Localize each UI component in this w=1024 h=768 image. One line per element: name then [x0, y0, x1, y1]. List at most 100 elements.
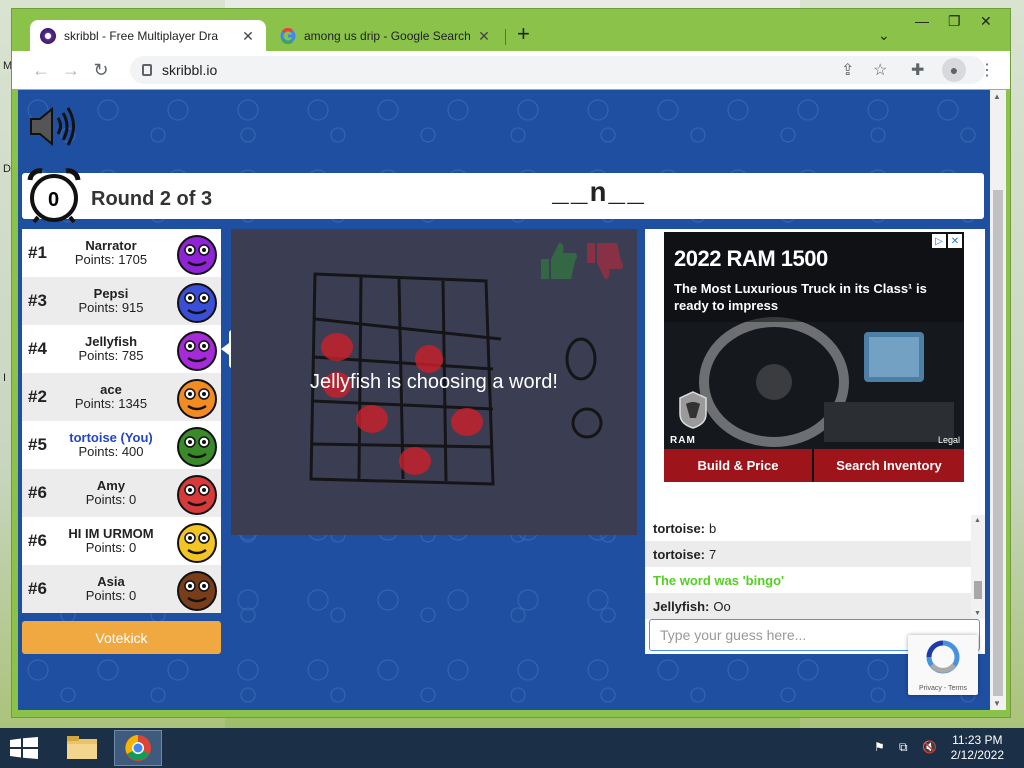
menu-kebab-icon[interactable]: ⋮: [979, 60, 995, 80]
player-rank: #1: [28, 243, 47, 262]
player-avatar-icon: [177, 235, 217, 275]
player-row[interactable]: #2 ace Points: 1345: [22, 373, 221, 421]
address-bar[interactable]: skribbl.io: [130, 56, 985, 84]
tab-google-search[interactable]: among us drip - Google Search ✕: [270, 20, 502, 52]
chat-text: 7: [709, 546, 717, 562]
skribbl-page: 0 Round 2 of 3 __n__ #1 Narrator Points: 1…: [18, 90, 990, 710]
sound-speaker-icon[interactable]: [28, 104, 78, 149]
windows-start-icon[interactable]: [10, 737, 38, 759]
recaptcha-badge[interactable]: Privacy - Terms: [908, 635, 978, 695]
clock-time: 11:23 PM: [952, 733, 1003, 747]
ad-close-icon[interactable]: ✕: [948, 234, 962, 248]
player-row[interactable]: #5 tortoise (You) Points: 400: [22, 421, 221, 469]
player-row[interactable]: #3 Pepsi Points: 915: [22, 277, 221, 325]
page-scrollbar[interactable]: ▲ ▼: [990, 90, 1006, 710]
player-rank: #5: [28, 435, 47, 454]
volume-muted-icon[interactable]: 🔇: [922, 740, 937, 754]
desktop-icon-label[interactable]: I: [3, 372, 6, 384]
scroll-up-icon[interactable]: ▲: [974, 517, 981, 524]
player-points: Points: 0: [85, 540, 137, 555]
back-icon[interactable]: ←: [26, 60, 56, 81]
folder-icon: [67, 736, 97, 759]
recaptcha-links[interactable]: Privacy - Terms: [908, 685, 978, 692]
player-points: Points: 0: [85, 492, 137, 507]
tab-search-chevron-icon[interactable]: ⌄: [878, 27, 890, 44]
system-clock[interactable]: 11:23 PM 2/12/2022: [951, 733, 1004, 763]
scroll-down-icon[interactable]: ▼: [993, 699, 1001, 708]
player-rank: #4: [28, 339, 47, 358]
ad-legal-link[interactable]: Legal: [938, 435, 960, 445]
profile-avatar-icon[interactable]: ●: [942, 58, 966, 82]
desktop-icon-label[interactable]: D: [3, 163, 11, 175]
network-icon[interactable]: ⧉: [899, 740, 908, 755]
tab-close-icon[interactable]: ✕: [476, 28, 492, 45]
recaptcha-logo-icon: [926, 640, 960, 674]
url-text: skribbl.io: [162, 62, 218, 78]
chat-message: tortoise: 7: [645, 541, 985, 567]
browser-toolbar: ← → ↻ skribbl.io ⇪ ☆ ✚ ● ⋮: [12, 51, 1010, 89]
tab-title: skribbl - Free Multiplayer Dra: [64, 29, 219, 43]
reload-icon[interactable]: ↻: [86, 60, 116, 81]
skribbl-favicon-icon: [40, 28, 56, 44]
ad-info-icon[interactable]: ▷: [932, 234, 946, 248]
search-inventory-button[interactable]: Search Inventory: [814, 449, 964, 482]
ram-logo-icon: [679, 391, 707, 429]
player-avatar-icon: [177, 571, 217, 611]
thumbs-up-icon[interactable]: [537, 239, 579, 283]
player-points: Points: 1705: [74, 252, 148, 267]
player-row[interactable]: #6 Amy Points: 0: [22, 469, 221, 517]
page-scroll-thumb[interactable]: [993, 190, 1003, 696]
player-avatar-icon: [177, 475, 217, 515]
player-name: ace: [100, 382, 122, 397]
lock-icon: [142, 64, 152, 76]
thumbs-down-icon[interactable]: [583, 239, 625, 283]
round-indicator: Round 2 of 3: [91, 188, 213, 210]
build-price-button[interactable]: Build & Price: [664, 449, 812, 482]
forward-icon[interactable]: →: [56, 60, 86, 81]
ad-brand-text: RAM: [670, 435, 696, 446]
choosing-word-message: Jellyfish is choosing a word!: [310, 371, 558, 393]
player-points: Points: 1345: [74, 396, 148, 411]
player-row[interactable]: #6 HI IM URMOM Points: 0: [22, 517, 221, 565]
player-row[interactable]: #4 Jellyfish Points: 785: [22, 325, 221, 373]
player-name: Amy: [96, 478, 126, 493]
restore-icon[interactable]: ❐: [948, 13, 961, 30]
drawing-canvas[interactable]: Jellyfish is choosing a word!: [231, 229, 637, 535]
player-rank: #3: [28, 291, 47, 310]
browser-window: skribbl - Free Multiplayer Dra ✕ among u…: [11, 8, 1011, 718]
player-rank: #2: [28, 387, 47, 406]
chat-author: tortoise:: [653, 546, 705, 562]
player-avatar-icon: [177, 523, 217, 563]
player-info: HI IM URMOM Points: 0: [56, 527, 166, 555]
chrome-taskbar-button[interactable]: [114, 730, 162, 766]
timer-value: 0: [48, 189, 60, 211]
player-avatar-icon: [177, 331, 217, 371]
tab-close-icon[interactable]: ✕: [240, 28, 256, 45]
advertisement[interactable]: ▷ ✕ 2022 RAM 1500 The Most Luxurious Truc…: [664, 232, 964, 482]
tab-separator: [505, 29, 506, 45]
player-info: Amy Points: 0: [56, 479, 166, 507]
player-row[interactable]: #1 Narrator Points: 1705: [22, 229, 221, 277]
chat-scroll-thumb[interactable]: [974, 581, 982, 599]
chat-scrollbar[interactable]: ▲ ▼: [971, 515, 985, 619]
tab-skribbl[interactable]: skribbl - Free Multiplayer Dra ✕: [30, 20, 266, 52]
ad-choices[interactable]: ▷ ✕: [932, 234, 962, 248]
chat-panel: ▷ ✕ 2022 RAM 1500 The Most Luxurious Truc…: [645, 229, 985, 654]
minimize-icon[interactable]: —: [915, 13, 929, 29]
scroll-down-icon[interactable]: ▼: [974, 610, 981, 617]
file-explorer-taskbar-button[interactable]: [58, 730, 106, 766]
extensions-icon[interactable]: ✚: [911, 60, 924, 80]
bookmark-star-icon[interactable]: ☆: [873, 60, 887, 80]
close-window-icon[interactable]: ✕: [980, 13, 992, 30]
player-row[interactable]: #6 Asia Points: 0: [22, 565, 221, 613]
ad-title: 2022 RAM 1500: [674, 246, 828, 271]
action-center-flag-icon[interactable]: ⚑: [874, 740, 885, 754]
share-icon[interactable]: ⇪: [841, 60, 854, 80]
scroll-up-icon[interactable]: ▲: [993, 92, 1001, 101]
player-info: Jellyfish Points: 785: [56, 335, 166, 363]
player-rank: #6: [28, 483, 47, 502]
player-points: Points: 0: [85, 588, 137, 603]
new-tab-icon[interactable]: +: [517, 23, 530, 45]
player-list: #1 Narrator Points: 1705 #3 Pepsi Points: 915…: [22, 229, 221, 613]
votekick-button[interactable]: Votekick: [22, 621, 221, 654]
